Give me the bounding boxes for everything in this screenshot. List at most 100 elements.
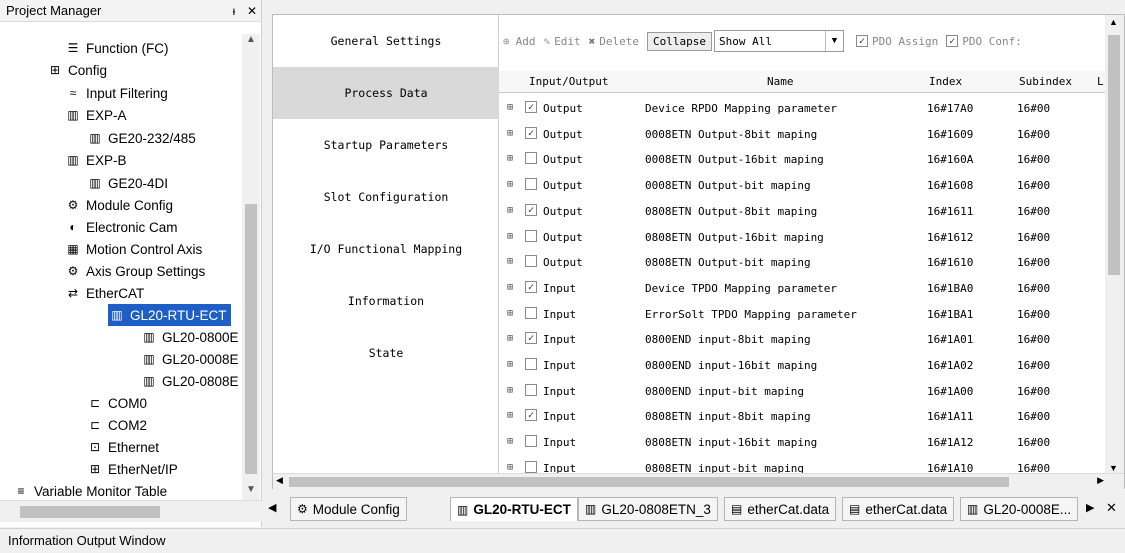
tab-ethercat-data-2[interactable]: ▤ etherCat.data <box>842 497 955 521</box>
table-row[interactable]: ⊞ ✓ Output 0008ETN Output-8bit maping 16#160… <box>499 121 1105 147</box>
expand-icon[interactable]: ⊞ <box>507 102 513 113</box>
expand-icon[interactable]: ⊞ <box>507 282 513 293</box>
checkbox[interactable]: ✓ <box>525 126 537 139</box>
table-row[interactable]: ⊞ Input ErrorSolt TPDO Mapping parameter 16… <box>499 301 1105 327</box>
table-row[interactable]: ⊞ Input 0808ETN input-16bit maping 16#1A12 1… <box>499 429 1105 455</box>
checkbox[interactable]: ✓ <box>525 409 537 422</box>
table-row[interactable]: ⊞ ✓ Input 0808ETN input-8bit maping 16#1A11 1… <box>499 403 1105 429</box>
table-row[interactable]: ⊞ ✓ Output Device RPDO Mapping parameter 16#… <box>499 95 1105 121</box>
chevron-up-icon[interactable]: ▲ <box>242 34 260 50</box>
table-vertical-scrollbar[interactable]: ▲ ▼ <box>1105 15 1124 475</box>
chevron-left-icon[interactable]: ◀ <box>268 501 276 514</box>
edit-button[interactable]: ✎ Edit <box>544 35 581 48</box>
tree-node-exp-b[interactable]: ▥ EXP-B <box>64 149 126 171</box>
col-subindex[interactable]: Subindex <box>1019 75 1072 88</box>
table-row[interactable]: ⊞ Output 0808ETN Output-bit maping 16#1610 1… <box>499 249 1105 275</box>
add-button[interactable]: ⊕ Add <box>503 35 536 48</box>
checkbox[interactable] <box>525 152 537 165</box>
expand-icon[interactable]: ⊞ <box>507 359 513 370</box>
tab-gl20-rtu-ect[interactable]: ▥ GL20-RTU-ECT <box>450 497 578 521</box>
close-icon[interactable]: ✕ <box>1106 500 1117 516</box>
nav-general-settings[interactable]: General Settings <box>273 15 499 67</box>
expand-icon[interactable]: ⊞ <box>507 385 513 396</box>
pdo-conf-checkbox[interactable]: ✓ PDO Conf: <box>946 35 1022 48</box>
chevron-right-icon[interactable]: ▶ <box>1086 501 1094 514</box>
checkbox[interactable]: ✓ <box>525 101 537 113</box>
pin-icon[interactable]: ᵼ <box>225 4 243 18</box>
col-input-output[interactable]: Input/Output <box>529 75 608 88</box>
checkbox[interactable] <box>525 460 537 473</box>
table-row[interactable]: ⊞ Input 0800END input-bit maping 16#1A00 16#… <box>499 378 1105 404</box>
tree-vertical-scrollbar[interactable]: ▲ ▼ <box>242 34 260 500</box>
expand-icon[interactable]: ⊞ <box>507 128 513 139</box>
tree-node-gl20-0008e[interactable]: ▥ GL20-0008E <box>140 348 238 370</box>
tree-node-ethercat[interactable]: ⇄ EtherCAT <box>64 282 144 304</box>
tree-node-ge20-4di[interactable]: ▥ GE20-4DI <box>86 172 168 194</box>
table-row[interactable]: ⊞ Input 0800END input-16bit maping 16#1A02 1… <box>499 352 1105 378</box>
nav-startup-parameters[interactable]: Startup Parameters <box>273 119 499 171</box>
checkbox[interactable]: ✓ <box>525 280 537 293</box>
tree-node-input-filtering[interactable]: ≈ Input Filtering <box>64 82 168 104</box>
tree-node-exp-a[interactable]: ▥ EXP-A <box>64 104 126 126</box>
expand-icon[interactable]: ⊞ <box>507 410 513 421</box>
expand-icon[interactable]: ⊞ <box>507 256 513 267</box>
tree-node-ge20-232[interactable]: ▥ GE20-232/485 <box>86 127 196 149</box>
checkbox[interactable]: ✓ <box>525 203 537 216</box>
expand-icon[interactable]: ⊞ <box>507 179 513 190</box>
table-row[interactable]: ⊞ Output 0008ETN Output-16bit maping 16#160… <box>499 146 1105 172</box>
col-l[interactable]: L <box>1097 75 1104 88</box>
expand-icon[interactable]: ⊞ <box>507 462 513 473</box>
table-horizontal-scrollbar[interactable]: ◀ ▶ <box>273 473 1124 489</box>
checkbox[interactable] <box>525 383 537 396</box>
checkbox[interactable]: ✓ <box>525 332 537 345</box>
checkbox[interactable] <box>525 229 537 242</box>
checkbox[interactable] <box>525 255 537 268</box>
nav-state[interactable]: State <box>273 327 499 379</box>
tree-node-module-config[interactable]: ⚙ Module Config <box>64 194 173 216</box>
chevron-left-icon[interactable]: ◀ <box>276 475 283 486</box>
delete-button[interactable]: ✖ Delete <box>589 35 639 48</box>
show-filter-select[interactable]: Show All ▼ <box>713 30 844 52</box>
table-row[interactable]: ⊞ Output 0808ETN Output-16bit maping 16#161… <box>499 224 1105 250</box>
checkbox[interactable] <box>525 306 537 319</box>
chevron-down-icon[interactable]: ▼ <box>1109 463 1118 473</box>
expand-icon[interactable]: ⊞ <box>507 205 513 216</box>
tab-gl20-0008e[interactable]: ▥ GL20-0008E... <box>960 497 1079 521</box>
table-row[interactable]: ⊞ Output 0008ETN Output-bit maping 16#1608 1… <box>499 172 1105 198</box>
nav-slot-configuration[interactable]: Slot Configuration <box>273 171 499 223</box>
tab-gl20-0808etn-3[interactable]: ▥ GL20-0808ETN_3 <box>578 497 718 521</box>
table-row[interactable]: ⊞ ✓ Input Device TPDO Mapping parameter 16#1… <box>499 275 1105 301</box>
table-row[interactable]: ⊞ ✓ Input 0800END input-8bit maping 16#1A01 1… <box>499 326 1105 352</box>
col-name[interactable]: Name <box>767 75 794 88</box>
nav-information[interactable]: Information <box>273 275 499 327</box>
expand-icon[interactable]: ⊞ <box>507 231 513 242</box>
collapse-button[interactable]: Collapse <box>647 31 712 51</box>
tree-node-config[interactable]: ⊞ Config <box>46 59 107 81</box>
table-row[interactable]: ⊞ ✓ Output 0808ETN Output-8bit maping 16#161… <box>499 198 1105 224</box>
expand-icon[interactable]: ⊞ <box>507 436 513 447</box>
checkbox[interactable] <box>525 358 537 370</box>
tree-node-ethernet-ip[interactable]: ⊞ EtherNet/IP <box>86 458 178 480</box>
tree-horizontal-scrollbar[interactable] <box>0 500 262 522</box>
col-index[interactable]: Index <box>929 75 962 88</box>
tree-node-com2[interactable]: ⊏ COM2 <box>86 414 147 436</box>
tree-node-function[interactable]: ☰ Function (FC) <box>64 37 169 59</box>
chevron-up-icon[interactable]: ▲ <box>1109 17 1118 27</box>
tree-node-electronic-cam[interactable]: ◐ Electronic Cam <box>64 216 177 238</box>
expand-icon[interactable]: ⊞ <box>507 308 513 319</box>
tree-node-axis-group[interactable]: ⚙ Axis Group Settings <box>64 260 206 282</box>
tree-node-gl20-0808e[interactable]: ▥ GL20-0808E <box>140 370 238 392</box>
tree-node-motion-axis[interactable]: ▦ Motion Control Axis <box>64 238 202 260</box>
expand-icon[interactable]: ⊞ <box>507 333 513 344</box>
checkbox[interactable] <box>525 178 537 191</box>
expand-icon[interactable]: ⊞ <box>507 153 513 164</box>
tree-node-variable-monitor[interactable]: ≡ Variable Monitor Table <box>12 480 167 500</box>
nav-process-data[interactable]: Process Data <box>273 67 499 119</box>
tab-module-config[interactable]: ⚙ Module Config <box>290 497 407 521</box>
nav-io-mapping[interactable]: I/O Functional Mapping <box>273 223 499 275</box>
close-icon[interactable]: ✕ <box>243 4 261 18</box>
chevron-down-icon[interactable]: ▼ <box>242 484 260 500</box>
chevron-right-icon[interactable]: ▶ <box>1097 475 1104 486</box>
pdo-assign-checkbox[interactable]: ✓ PDO Assign <box>855 35 938 48</box>
tree-node-gl20-rtu-ect[interactable]: ▥ GL20-RTU-ECT <box>108 304 231 326</box>
